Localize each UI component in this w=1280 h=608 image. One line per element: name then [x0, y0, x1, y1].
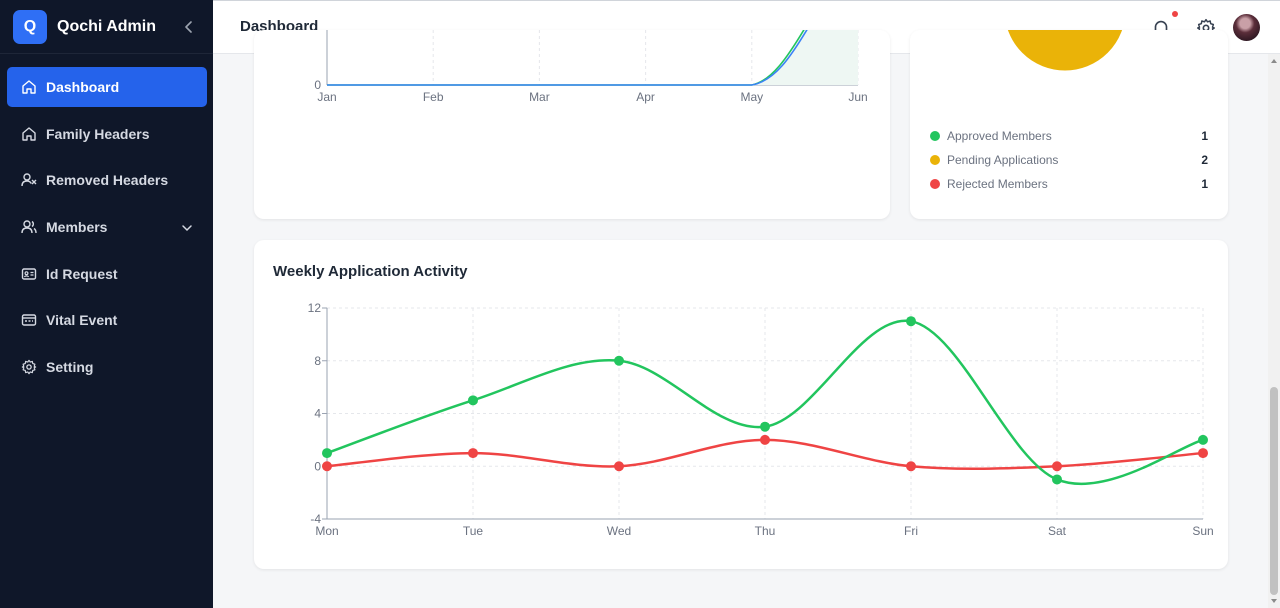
data-point: [614, 461, 624, 472]
id-card-icon: [20, 265, 38, 283]
sidebar-item-family-headers[interactable]: Family Headers: [7, 114, 207, 154]
sidebar-item-label: Family Headers: [46, 125, 150, 142]
status-pie-card: Approved Members 1 Pending Applications …: [910, 30, 1228, 219]
data-point: [906, 316, 916, 327]
collapse-sidebar-button[interactable]: [180, 17, 198, 37]
legend-dot: [930, 131, 940, 141]
sidebar-item-label: Id Request: [46, 265, 118, 282]
sidebar-item-label: Dashboard: [46, 79, 120, 95]
user-x-icon: [20, 171, 38, 189]
legend-count: 1: [1201, 177, 1208, 191]
y-tick-label: 0: [314, 459, 321, 473]
data-point: [468, 395, 478, 406]
home-icon: [20, 125, 38, 143]
weekly-activity-card: Weekly Application Activity -4 0 4 8 12 Mon Tu…: [254, 240, 1228, 569]
brand-logo: Q: [13, 9, 47, 44]
monthly-line-chart: Jan Feb Mar Apr May Jun 0: [314, 30, 868, 104]
data-point: [760, 434, 770, 445]
legend-label: Rejected Members: [947, 177, 1048, 191]
sidebar-item-dashboard[interactable]: Dashboard: [7, 67, 207, 107]
status-pie-chart: [1004, 30, 1126, 74]
sidebar-item-label: Removed Headers: [46, 172, 169, 189]
y-tick-label: 12: [308, 301, 322, 315]
data-point: [760, 421, 770, 432]
data-point: [322, 448, 332, 459]
sidebar-item-label: Vital Event: [46, 312, 118, 329]
brand-name: Qochi Admin: [57, 17, 156, 35]
chevron-left-icon: [185, 21, 192, 33]
sidebar-item-label: Members: [46, 219, 108, 236]
legend-dot: [930, 179, 940, 189]
scroll-up-arrow-icon: [1271, 59, 1277, 63]
avatar[interactable]: [1233, 14, 1260, 41]
sidebar-item-members[interactable]: Members: [7, 207, 207, 247]
notification-badge: [1172, 11, 1178, 17]
scroll-down-arrow-icon: [1271, 599, 1277, 603]
pie-slice: [1004, 30, 1126, 74]
x-tick-label: Mon: [315, 524, 338, 538]
data-point: [1198, 434, 1208, 445]
legend-count: 1: [1201, 129, 1208, 143]
legend-label: Approved Members: [947, 129, 1052, 143]
monthly-chart-card: Jan Feb Mar Apr May Jun 0: [254, 30, 890, 219]
id-badge-icon: [20, 311, 38, 329]
sidebar-item-setting[interactable]: Setting: [7, 347, 207, 387]
data-point: [1052, 474, 1062, 485]
data-point: [906, 461, 916, 472]
sidebar-nav: Dashboard Family Headers Removed Headers…: [0, 54, 213, 387]
data-point: [1198, 448, 1208, 459]
legend-count: 2: [1201, 153, 1208, 167]
sidebar-item-label: Setting: [46, 359, 94, 376]
x-tick-label: Thu: [755, 524, 776, 538]
sidebar-item-removed-headers[interactable]: Removed Headers: [7, 160, 207, 200]
scrollbar-thumb[interactable]: [1270, 387, 1278, 595]
x-tick-label: Jan: [317, 90, 336, 104]
x-tick-label: Wed: [607, 524, 631, 538]
series-line: [327, 30, 805, 86]
x-tick-label: Jun: [848, 90, 867, 104]
sidebar: Q Qochi Admin Dashboard Family Headers R…: [0, 0, 213, 608]
y-tick-label: 4: [314, 407, 321, 421]
x-tick-label: Apr: [636, 90, 655, 104]
data-point: [468, 448, 478, 459]
x-tick-label: May: [740, 90, 763, 104]
legend-item-pending: Pending Applications 2: [930, 152, 1208, 168]
legend-dot: [930, 155, 940, 165]
data-point: [1052, 461, 1062, 472]
x-tick-label: Tue: [463, 524, 484, 538]
legend-label: Pending Applications: [947, 153, 1059, 167]
page-scrollbar[interactable]: [1268, 54, 1280, 608]
x-tick-label: Fri: [904, 524, 918, 538]
users-icon: [20, 218, 38, 236]
legend-item-rejected: Rejected Members 1: [930, 176, 1208, 192]
x-tick-label: Mar: [529, 90, 550, 104]
data-point: [614, 355, 624, 366]
weekly-line-chart: -404812Mon Tue Wed Thu Fri Sat Sun: [308, 301, 1214, 538]
data-point: [322, 461, 332, 472]
x-tick-label: Feb: [423, 90, 444, 104]
sidebar-item-vital-event[interactable]: Vital Event: [7, 300, 207, 340]
chevron-down-icon: [181, 219, 193, 235]
x-tick-label: Sun: [1192, 524, 1213, 538]
sidebar-item-id-request[interactable]: Id Request: [7, 254, 207, 294]
y-tick-label: 8: [314, 354, 321, 368]
legend-item-approved: Approved Members 1: [930, 128, 1208, 144]
home-icon: [20, 78, 38, 96]
series-line: [327, 30, 808, 86]
gear-icon: [20, 358, 38, 376]
x-tick-label: Sat: [1048, 524, 1067, 538]
y-tick-label: 0: [314, 78, 321, 92]
